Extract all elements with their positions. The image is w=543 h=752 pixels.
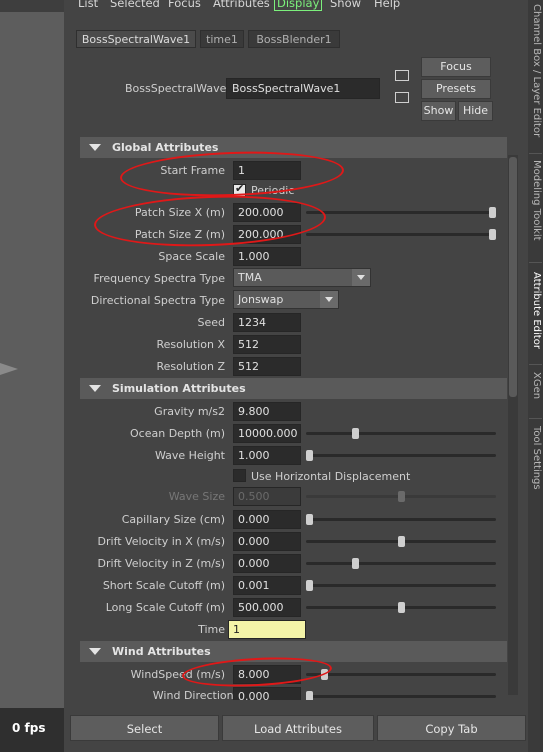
node-name-field[interactable]: BossSpectralWave1 xyxy=(226,78,380,99)
viewport-header xyxy=(0,0,64,12)
wave-height-field[interactable]: 1.000 xyxy=(233,446,301,465)
frequency-spectra-dropdown[interactable]: TMA xyxy=(233,268,371,287)
drift-z-field[interactable]: 0.000 xyxy=(233,554,301,573)
collapse-triangle-icon xyxy=(89,144,101,151)
resolution-z-label: Resolution Z xyxy=(156,360,225,373)
wind-speed-field[interactable]: 8.000 xyxy=(233,665,301,684)
ocean-depth-slider[interactable] xyxy=(306,428,496,439)
chevron-down-icon xyxy=(352,269,370,286)
menu-focus[interactable]: Focus xyxy=(168,0,201,10)
patch-size-x-slider[interactable] xyxy=(306,207,496,218)
capillary-size-field[interactable]: 0.000 xyxy=(233,510,301,529)
patch-size-x-field[interactable]: 200.000 xyxy=(233,203,301,222)
resolution-x-field[interactable]: 512 xyxy=(233,335,301,354)
resolution-z-field[interactable]: 512 xyxy=(233,357,301,376)
show-button[interactable]: Show xyxy=(421,101,456,121)
node-name-label: BossSpectralWave: xyxy=(125,82,231,95)
patch-size-z-field[interactable]: 200.000 xyxy=(233,225,301,244)
menu-help[interactable]: Help xyxy=(374,0,400,10)
wind-direction-slider[interactable] xyxy=(306,691,496,700)
wind-speed-slider[interactable] xyxy=(306,669,496,680)
focus-button[interactable]: Focus xyxy=(421,57,491,77)
directional-spectra-dropdown[interactable]: Jonswap xyxy=(233,290,339,309)
menu-display[interactable]: Display xyxy=(274,0,323,11)
tab-time1[interactable]: time1 xyxy=(200,30,244,48)
patch-size-z-slider[interactable] xyxy=(306,229,496,240)
wave-size-slider xyxy=(306,491,496,502)
tab-channel-box[interactable]: Channel Box / Layer Editor xyxy=(530,4,542,137)
tab-xgen[interactable]: XGen xyxy=(530,372,542,399)
menu-show[interactable]: Show xyxy=(330,0,361,10)
short-scale-cutoff-slider[interactable] xyxy=(306,580,496,591)
tab-bossblender1[interactable]: BossBlender1 xyxy=(248,30,340,48)
presets-button[interactable]: Presets xyxy=(421,79,491,99)
wave-height-label: Wave Height xyxy=(154,449,225,462)
periodic-checkbox[interactable] xyxy=(233,182,246,197)
section-simulation-attributes[interactable]: Simulation Attributes xyxy=(80,378,507,399)
space-scale-field[interactable]: 1.000 xyxy=(233,247,301,266)
horizontal-displacement-checkbox[interactable] xyxy=(233,469,246,482)
patch-size-x-label: Patch Size X (m) xyxy=(134,206,225,219)
copy-tab-button[interactable]: Copy Tab xyxy=(377,715,526,741)
start-frame-field[interactable]: 1 xyxy=(233,161,301,180)
long-scale-cutoff-field[interactable]: 500.000 xyxy=(233,598,301,617)
menu-selected[interactable]: Selected xyxy=(110,0,160,10)
viewport-panel[interactable]: 0 fps xyxy=(0,0,64,752)
start-frame-label: Start Frame xyxy=(160,164,225,177)
collapse-triangle-icon xyxy=(89,385,101,392)
ocean-depth-field[interactable]: 10000.000 xyxy=(233,424,301,443)
load-attributes-button[interactable]: Load Attributes xyxy=(222,715,374,741)
menu-attributes[interactable]: Attributes xyxy=(213,0,270,10)
short-scale-cutoff-field[interactable]: 0.001 xyxy=(233,576,301,595)
tab-bossspectralwave1[interactable]: BossSpectralWave1 xyxy=(76,30,196,48)
fps-counter: 0 fps xyxy=(12,721,46,735)
scrollbar-thumb[interactable] xyxy=(509,157,517,397)
gravity-field[interactable]: 9.800 xyxy=(233,402,301,421)
wind-direction-field[interactable]: 0.000 xyxy=(233,687,301,700)
long-scale-cutoff-label: Long Scale Cutoff (m) xyxy=(105,601,225,614)
drift-z-label: Drift Velocity in Z (m/s) xyxy=(97,557,225,570)
drift-x-slider[interactable] xyxy=(306,536,496,547)
resolution-x-label: Resolution X xyxy=(156,338,225,351)
capillary-size-label: Capillary Size (cm) xyxy=(121,513,225,526)
select-button[interactable]: Select xyxy=(70,715,219,741)
wave-size-field: 0.500 xyxy=(233,487,301,506)
tab-tool-settings[interactable]: Tool Settings xyxy=(530,426,542,490)
ocean-depth-label: Ocean Depth (m) xyxy=(130,427,225,440)
wave-size-label: Wave Size xyxy=(168,490,225,503)
tab-modeling-toolkit[interactable]: Modeling Toolkit xyxy=(530,160,542,241)
input-connection-icon[interactable] xyxy=(395,70,409,81)
collapse-triangle-icon xyxy=(89,648,101,655)
frequency-spectra-label: Frequency Spectra Type xyxy=(93,272,225,285)
time-field[interactable]: 1 xyxy=(228,620,306,639)
output-connection-icon[interactable] xyxy=(395,92,409,103)
short-scale-cutoff-label: Short Scale Cutoff (m) xyxy=(102,579,225,592)
wind-speed-label: WindSpeed (m/s) xyxy=(130,668,225,681)
menu-bar: List Selected Focus Attributes Display S… xyxy=(64,0,528,12)
seed-field[interactable]: 1234 xyxy=(233,313,301,332)
section-global-attributes[interactable]: Global Attributes xyxy=(80,137,507,158)
directional-spectra-label: Directional Spectra Type xyxy=(90,294,225,307)
hide-button[interactable]: Hide xyxy=(458,101,493,121)
node-tabs: BossSpectralWave1 time1 BossBlender1 xyxy=(72,30,524,48)
patch-size-z-label: Patch Size Z (m) xyxy=(134,228,225,241)
capillary-size-slider[interactable] xyxy=(306,514,496,525)
seed-label: Seed xyxy=(197,316,226,329)
view-axis-icon xyxy=(0,363,18,375)
space-scale-label: Space Scale xyxy=(158,250,225,263)
drift-x-field[interactable]: 0.000 xyxy=(233,532,301,551)
wave-height-slider[interactable] xyxy=(306,450,496,461)
menu-list[interactable]: List xyxy=(78,0,98,10)
wind-direction-row: Wind Direction (degrees) 0.000 xyxy=(64,686,508,700)
drift-z-slider[interactable] xyxy=(306,558,496,569)
periodic-label: Periodic xyxy=(251,184,295,197)
time-label: Time xyxy=(198,623,225,636)
tab-attribute-editor[interactable]: Attribute Editor xyxy=(530,272,542,349)
horizontal-displacement-label: Use Horizontal Displacement xyxy=(251,470,411,483)
long-scale-cutoff-slider[interactable] xyxy=(306,602,496,613)
section-wind-attributes[interactable]: Wind Attributes xyxy=(80,641,507,662)
chevron-down-icon xyxy=(320,291,338,308)
gravity-label: Gravity m/s2 xyxy=(154,405,225,418)
drift-x-label: Drift Velocity in X (m/s) xyxy=(97,535,225,548)
